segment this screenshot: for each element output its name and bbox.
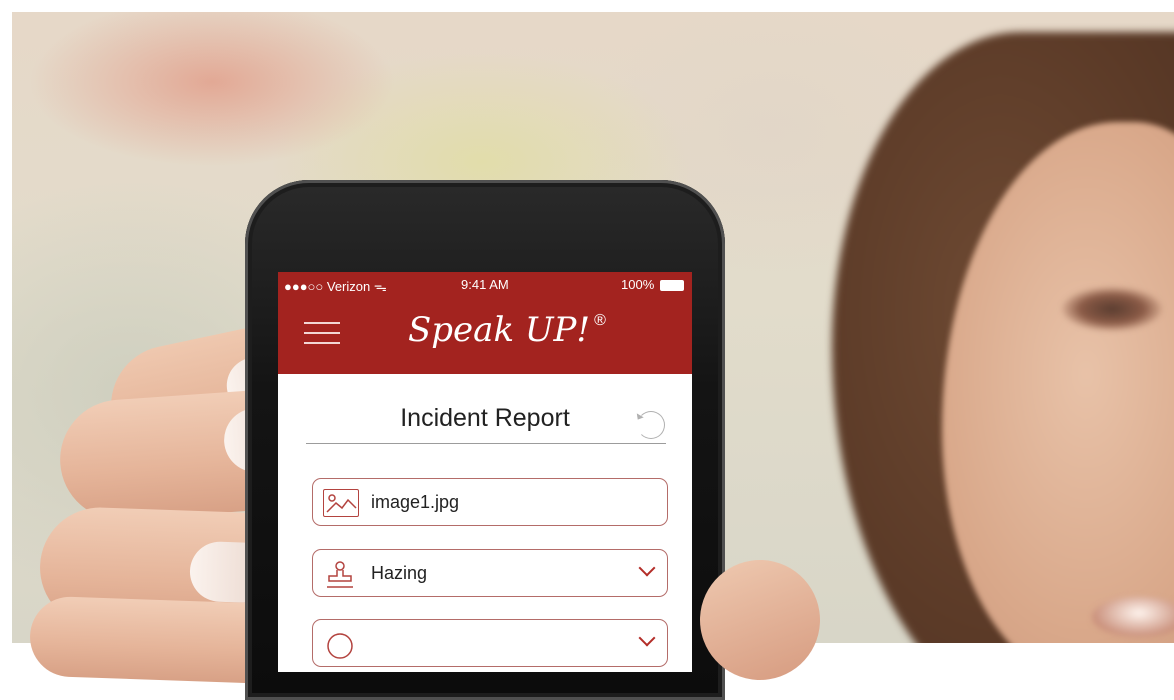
image-attachment-field[interactable]: image1.jpg bbox=[312, 478, 668, 526]
app-header: Speak UP! ® bbox=[278, 296, 692, 374]
app-title-text: Speak UP! bbox=[408, 310, 591, 350]
stamp-icon bbox=[323, 560, 357, 588]
app-title: Speak UP! ® bbox=[408, 310, 606, 350]
incident-type-select[interactable]: Hazing bbox=[312, 549, 668, 597]
chevron-down-icon bbox=[638, 629, 656, 647]
carrier-signal: ●●●○○ Verizon ᯓ bbox=[284, 279, 387, 294]
attachment-filename: image1.jpg bbox=[371, 492, 460, 512]
status-time: 9:41 AM bbox=[461, 277, 509, 292]
location-select[interactable] bbox=[312, 619, 668, 667]
battery-percent: 100% bbox=[621, 277, 655, 292]
title-divider bbox=[306, 443, 666, 444]
incident-type-value: Hazing bbox=[371, 563, 428, 583]
phone-screen: ●●●○○ Verizon ᯓ 9:41 AM 100% Speak UP! ® … bbox=[278, 272, 692, 672]
chevron-down-icon bbox=[638, 559, 656, 577]
page-title: Incident Report bbox=[400, 404, 570, 432]
menu-icon[interactable] bbox=[304, 318, 340, 348]
status-bar: ●●●○○ Verizon ᯓ 9:41 AM 100% bbox=[278, 272, 692, 296]
refresh-icon[interactable] bbox=[637, 411, 665, 439]
image-icon bbox=[323, 489, 359, 517]
location-icon bbox=[323, 630, 357, 659]
battery-icon bbox=[660, 280, 684, 291]
trademark: ® bbox=[594, 311, 606, 329]
eye bbox=[1062, 287, 1162, 331]
